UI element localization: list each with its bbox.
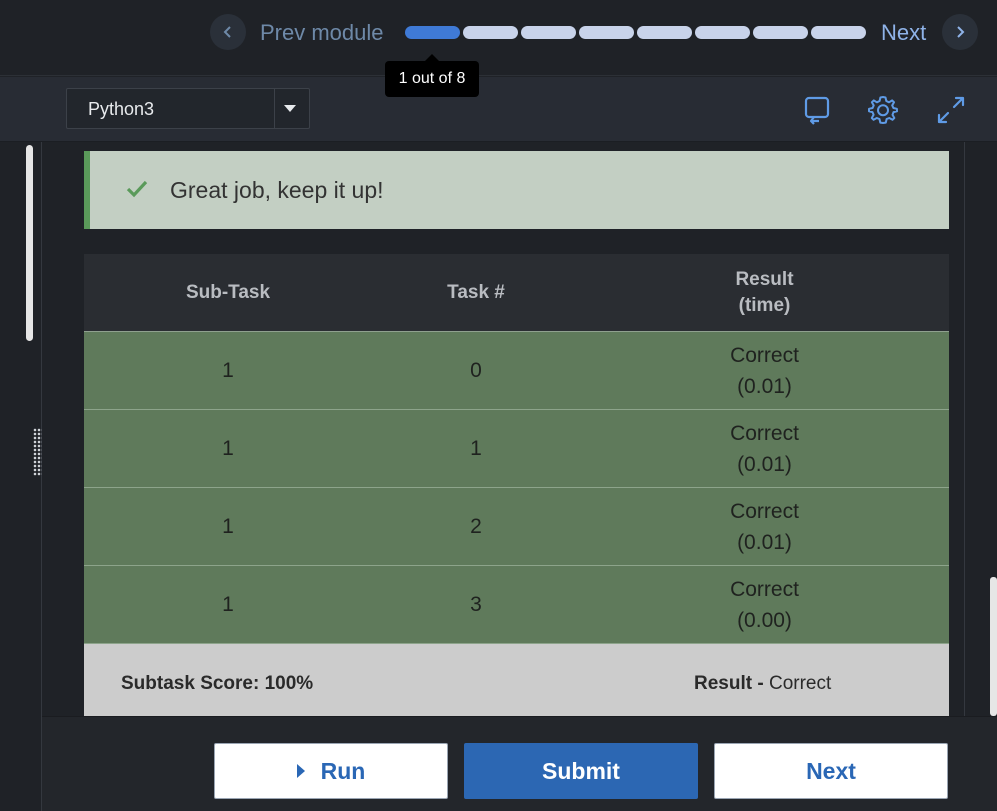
caret-down-icon[interactable]: [284, 105, 296, 112]
submit-button[interactable]: Submit: [464, 743, 698, 799]
cell-result: Correct (0.01): [580, 332, 949, 409]
progress-segment[interactable]: [521, 26, 576, 39]
next-label: Next: [806, 757, 856, 784]
run-label: Run: [320, 757, 366, 784]
progress-segment[interactable]: [637, 26, 692, 39]
select-divider: [274, 89, 275, 128]
next-button[interactable]: Next: [714, 743, 948, 799]
overall-result: Result - Correct: [694, 673, 831, 695]
submit-label: Submit: [542, 757, 620, 784]
gear-icon[interactable]: [867, 94, 899, 126]
result-time: (0.00): [737, 608, 792, 632]
cell-subtask: 1: [222, 515, 234, 538]
overall-result-value: Correct: [768, 673, 832, 694]
result-status: Correct: [730, 499, 799, 523]
cell-task: 0: [470, 359, 482, 382]
result-time: (0.01): [737, 452, 792, 476]
module-progress-bar: [405, 26, 866, 39]
cell-result: Correct (0.01): [580, 488, 949, 565]
resize-handle[interactable]: [33, 428, 42, 476]
editor-toolbar: Python3: [0, 77, 997, 142]
cell-task: 2: [470, 515, 482, 538]
table-row: 1 2 Correct (0.01): [84, 488, 949, 566]
result-time: (0.01): [737, 530, 792, 554]
results-scrollbar[interactable]: [990, 577, 997, 716]
cell-task: 3: [470, 593, 482, 616]
module-navigation: Prev module Next: [0, 0, 997, 76]
header-task: Task #: [447, 281, 505, 303]
success-alert: Great job, keep it up!: [84, 151, 949, 229]
prev-module-label[interactable]: Prev module: [260, 20, 384, 46]
run-button[interactable]: Run: [214, 743, 448, 799]
cell-subtask: 1: [222, 359, 234, 382]
progress-tooltip: 1 out of 8: [385, 54, 479, 97]
result-time: (0.01): [737, 374, 792, 398]
left-rail: [0, 142, 42, 811]
result-status: Correct: [730, 577, 799, 601]
cell-result: Correct (0.00): [580, 566, 949, 643]
results-panel: Great job, keep it up! Sub-Task Task # R…: [42, 142, 997, 716]
table-header: Sub-Task Task # Result (time): [84, 254, 949, 332]
language-value: Python3: [88, 99, 155, 119]
progress-segment[interactable]: [579, 26, 634, 39]
fullscreen-icon[interactable]: [935, 94, 967, 126]
cell-subtask: 1: [222, 593, 234, 616]
reset-code-icon[interactable]: [801, 94, 833, 126]
language-select[interactable]: Python3: [66, 88, 310, 129]
prev-module-button[interactable]: [210, 14, 246, 50]
progress-segment[interactable]: [463, 26, 518, 39]
progress-segment[interactable]: [695, 26, 750, 39]
subtask-score: Subtask Score: 100%: [121, 673, 314, 694]
next-module-label[interactable]: Next: [881, 20, 926, 46]
result-status: Correct: [730, 421, 799, 445]
results-table: Sub-Task Task # Result (time) 1 0 Correct (…: [84, 254, 949, 716]
editor-scrollbar[interactable]: [26, 145, 33, 341]
progress-segment[interactable]: [405, 26, 460, 39]
chevron-right-icon: [957, 26, 965, 38]
cell-result: Correct (0.01): [580, 410, 949, 487]
table-row: 1 3 Correct (0.00): [84, 566, 949, 644]
result-status: Correct: [730, 343, 799, 367]
table-row: 1 0 Correct (0.01): [84, 332, 949, 410]
header-result: Result (time): [735, 268, 794, 316]
alert-message: Great job, keep it up!: [170, 177, 384, 203]
progress-segment[interactable]: [753, 26, 808, 39]
cell-task: 1: [470, 437, 482, 460]
action-bar: Run Submit Next: [42, 716, 997, 811]
table-footer: Subtask Score: 100% Result - Correct: [84, 644, 949, 716]
next-module-button[interactable]: [942, 14, 978, 50]
header-subtask: Sub-Task: [185, 281, 271, 303]
play-icon: [296, 764, 305, 778]
cell-subtask: 1: [222, 437, 234, 460]
table-row: 1 1 Correct (0.01): [84, 410, 949, 488]
progress-segment[interactable]: [811, 26, 866, 39]
overall-result-label: Result -: [694, 673, 764, 694]
panel-divider: [964, 142, 965, 716]
chevron-left-icon: [223, 26, 231, 38]
check-icon: [126, 180, 148, 198]
